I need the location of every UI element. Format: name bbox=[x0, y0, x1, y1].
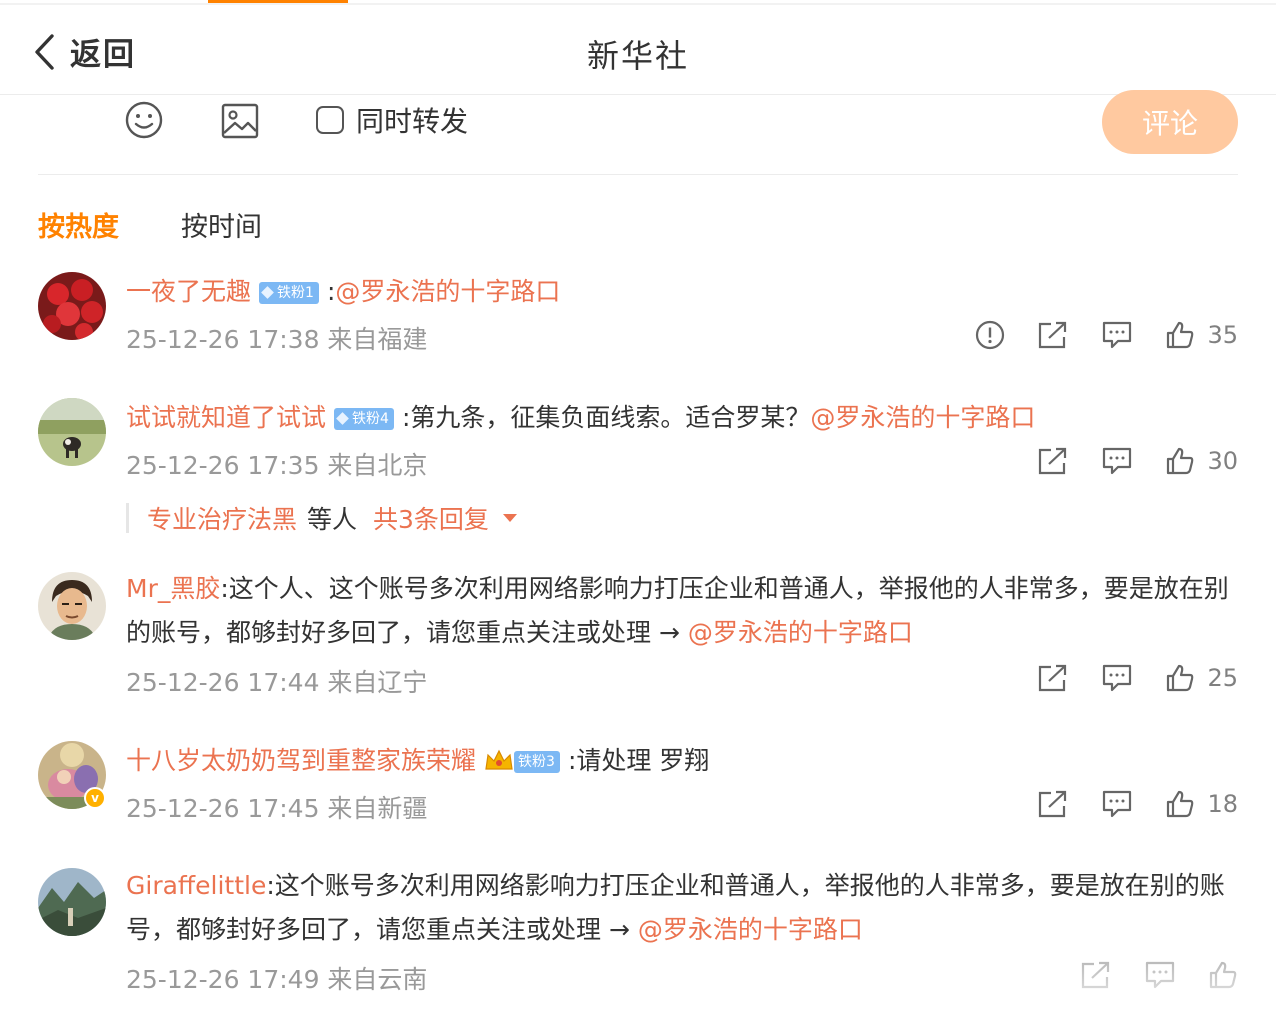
like-button[interactable]: 30 bbox=[1165, 446, 1238, 476]
comment-content: Mr_黑胶:这个人、这个账号多次利用网络影响力打压企业和普通人，举报他的人非常多… bbox=[126, 567, 1236, 655]
page-title: 新华社 bbox=[586, 37, 689, 75]
fan-badge: 铁粉3 bbox=[514, 751, 560, 773]
comment-actions: 30 bbox=[1005, 446, 1238, 476]
fan-badge: 铁粉1 bbox=[259, 281, 319, 304]
thumbs-up-icon bbox=[1167, 790, 1194, 818]
scroll-fade bbox=[946, 960, 1266, 1020]
share-icon[interactable] bbox=[1037, 663, 1069, 693]
repost-checkbox[interactable] bbox=[316, 106, 344, 134]
mention-link[interactable]: @罗永浩的十字路口 bbox=[810, 403, 1035, 432]
repost-label: 同时转发 bbox=[356, 105, 469, 138]
share-icon[interactable] bbox=[1037, 446, 1069, 476]
thumbs-up-icon bbox=[1167, 321, 1194, 349]
reply-username-link[interactable]: 专业治疗法黑 bbox=[147, 500, 297, 536]
image-icon[interactable] bbox=[220, 102, 260, 144]
comment-content: 一夜了无趣 铁粉1:@罗永浩的十字路口 bbox=[126, 270, 1238, 314]
report-icon[interactable] bbox=[975, 320, 1005, 350]
thumbs-up-icon bbox=[1167, 447, 1194, 475]
view-replies-button[interactable]: 共3条回复 bbox=[373, 500, 517, 536]
share-icon[interactable] bbox=[1037, 789, 1069, 819]
like-button[interactable]: 25 bbox=[1165, 663, 1238, 693]
like-count: 30 bbox=[1207, 447, 1238, 475]
avatar[interactable] bbox=[38, 272, 106, 340]
tab-sort-hot[interactable]: 按热度 bbox=[38, 205, 119, 244]
avatar[interactable] bbox=[38, 398, 106, 466]
comment-meta: 25-12-26 17:38 来自福建 bbox=[126, 325, 428, 354]
comment-text: :请处理 罗翔 bbox=[567, 746, 710, 775]
comment-meta: 25-12-26 17:44 来自辽宁 bbox=[126, 668, 428, 697]
like-count: 35 bbox=[1207, 321, 1238, 349]
like-button[interactable]: 35 bbox=[1165, 320, 1238, 350]
like-button[interactable]: 18 bbox=[1165, 789, 1238, 819]
reply-etc: 等人 bbox=[307, 505, 358, 534]
mention-link[interactable]: @罗永浩的十字路口 bbox=[638, 915, 863, 944]
fan-badge-label: 铁粉3 bbox=[518, 754, 555, 770]
sort-tabs: 按热度 按时间 bbox=[38, 205, 262, 244]
avatar[interactable] bbox=[38, 572, 106, 640]
diamond-icon bbox=[336, 412, 349, 425]
repost-toggle[interactable]: 同时转发 bbox=[316, 100, 468, 140]
comment-content: 试试就知道了试试 铁粉4 :第九条，征集负面线索。适合罗某？@罗永浩的十字路口 bbox=[126, 396, 1238, 440]
submit-comment-button[interactable]: 评论 bbox=[1102, 90, 1238, 154]
comment-meta: 25-12-26 17:35 来自北京 bbox=[126, 451, 428, 480]
share-icon[interactable] bbox=[1037, 320, 1069, 350]
comment-meta: 25-12-26 17:45 来自新疆 bbox=[126, 794, 428, 823]
reply-summary: 专业治疗法黑 等人 共3条回复 bbox=[126, 500, 517, 536]
fan-badge-label: 铁粉4 bbox=[352, 410, 389, 427]
emoji-icon[interactable] bbox=[124, 100, 164, 144]
verified-badge-icon: v bbox=[84, 787, 106, 809]
mention-link[interactable]: @罗永浩的十字路口 bbox=[335, 277, 560, 306]
reply-icon[interactable] bbox=[1101, 320, 1133, 350]
crown-icon bbox=[485, 749, 513, 770]
comment-text: :第九条，征集负面线索。适合罗某？ bbox=[401, 403, 811, 432]
username-link[interactable]: Mr_黑胶 bbox=[126, 574, 220, 603]
comment-composer-toolbar: 同时转发 评论 bbox=[0, 90, 1276, 176]
like-count: 25 bbox=[1207, 664, 1238, 692]
username-link[interactable]: Giraffelittle bbox=[126, 871, 266, 900]
thumbs-up-icon bbox=[1167, 664, 1194, 692]
view-replies-label: 共3条回复 bbox=[373, 505, 489, 534]
username-link[interactable]: 十八岁太奶奶驾到重整家族荣耀 bbox=[126, 746, 476, 775]
caret-down-icon bbox=[502, 514, 517, 522]
comment-actions: 35 bbox=[943, 320, 1238, 350]
comment-content: Giraffelittle:这个账号多次利用网络影响力打压企业和普通人，举报他的… bbox=[126, 864, 1236, 952]
comment-meta: 25-12-26 17:49 来自云南 bbox=[126, 965, 428, 994]
nav-bar: 返回 新华社 bbox=[0, 5, 1276, 95]
reply-icon[interactable] bbox=[1101, 446, 1133, 476]
comment-actions: 18 bbox=[1005, 789, 1238, 819]
tab-sort-time[interactable]: 按时间 bbox=[181, 205, 262, 244]
comment-actions: 25 bbox=[1005, 663, 1238, 693]
mention-link[interactable]: @罗永浩的十字路口 bbox=[688, 618, 913, 647]
fan-badge-label: 铁粉1 bbox=[277, 284, 314, 301]
username-link[interactable]: 一夜了无趣 bbox=[126, 277, 251, 306]
fan-badge: 铁粉4 bbox=[334, 407, 394, 430]
avatar[interactable] bbox=[38, 868, 106, 936]
comment-text: :这个人、这个账号多次利用网络影响力打压企业和普通人，举报他的人非常多，要是放在… bbox=[126, 574, 1229, 647]
reply-icon[interactable] bbox=[1101, 789, 1133, 819]
like-count: 18 bbox=[1207, 790, 1238, 818]
reply-icon[interactable] bbox=[1101, 663, 1133, 693]
diamond-icon bbox=[261, 286, 274, 299]
comment-content: 十八岁太奶奶驾到重整家族荣耀 铁粉3 :请处理 罗翔 bbox=[126, 739, 1238, 783]
username-link[interactable]: 试试就知道了试试 bbox=[126, 403, 326, 432]
divider bbox=[38, 174, 1238, 175]
